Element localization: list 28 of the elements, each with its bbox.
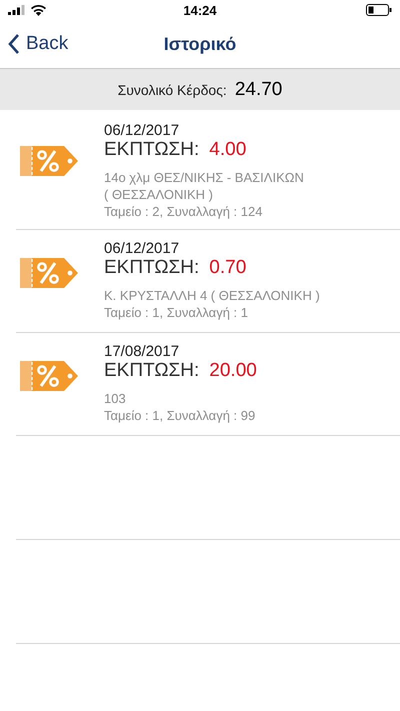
discount-label: ΕΚΠΤΩΣΗ: xyxy=(104,257,200,279)
transaction-details: Ταμείο : 1, Συναλλαγή : 1 xyxy=(104,304,249,321)
discount-amount: 0.70 xyxy=(209,257,246,279)
back-button[interactable]: Back xyxy=(0,33,76,55)
status-time: 14:24 xyxy=(182,3,218,18)
signal-icon xyxy=(8,5,25,15)
total-label: Συνολικό Κέρδος: xyxy=(118,82,227,98)
transaction-details: Ταμείο : 1, Συναλλαγή : 99 xyxy=(104,407,256,424)
discount-tag-icon xyxy=(20,359,78,393)
store-address: 14ο χλμ ΘΕΣ/ΝΙΚΗΣ - ΒΑΣΙΛΙΚΩΝ xyxy=(104,169,304,186)
discount-tag-icon xyxy=(20,256,78,290)
chevron-left-icon xyxy=(8,34,20,54)
wifi-icon xyxy=(31,4,46,16)
discount-amount: 20.00 xyxy=(209,360,257,382)
store-address: ( ΘΕΣΣΑΛΟΝΙΚΗ ) xyxy=(104,186,214,203)
screen-title: Ιστορικό xyxy=(162,34,238,54)
total-value: 24.70 xyxy=(234,78,282,100)
store-address: 103 xyxy=(104,390,127,407)
discount-label: ΕΚΠΤΩΣΗ: xyxy=(104,139,200,161)
transaction-details: Ταμείο : 2, Συναλλαγή : 124 xyxy=(104,203,264,220)
discount-amount: 4.00 xyxy=(209,139,246,161)
store-address: Κ. ΚΡΥΣΤΑΛΛΗ 4 ( ΘΕΣΣΑΛΟΝΙΚΗ ) xyxy=(104,287,320,304)
transaction-date: 06/12/2017 xyxy=(104,122,180,139)
discount-tag-icon xyxy=(20,144,78,178)
transaction-date: 06/12/2017 xyxy=(104,240,180,257)
discount-label: ΕΚΠΤΩΣΗ: xyxy=(104,360,200,382)
battery-icon xyxy=(366,4,392,16)
transaction-date: 17/08/2017 xyxy=(104,343,180,360)
